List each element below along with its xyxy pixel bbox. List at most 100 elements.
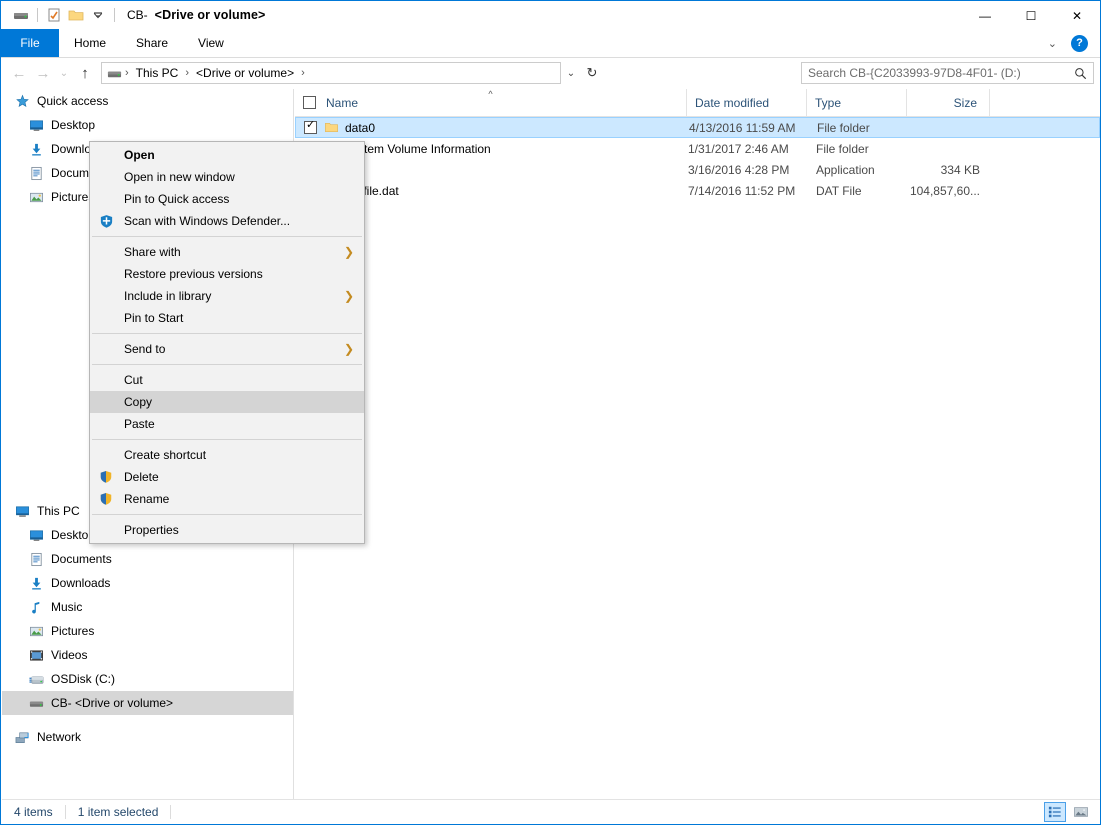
refresh-button[interactable]: ↻: [581, 62, 603, 84]
menu-item-icon-placeholder: [96, 169, 116, 185]
column-header-name[interactable]: ^ Name: [295, 89, 687, 116]
recent-locations-icon[interactable]: ⌄: [55, 60, 73, 86]
help-icon[interactable]: ?: [1071, 35, 1088, 52]
column-header-spacer: [990, 89, 1100, 116]
menu-item-share-with[interactable]: Share with ❯: [90, 241, 364, 263]
sidebar-item-videos[interactable]: Videos: [2, 643, 293, 667]
menu-item-paste[interactable]: Paste: [90, 413, 364, 435]
sidebar-item-label: Videos: [51, 648, 87, 662]
maximize-button[interactable]: ☐: [1008, 1, 1054, 31]
menu-item-include-in-library[interactable]: Include in library ❯: [90, 285, 364, 307]
ribbon-tab-bar: File Home Share View ⌄ ?: [1, 29, 1100, 58]
qat-separator-2: [114, 8, 115, 22]
forward-button[interactable]: →: [31, 60, 55, 86]
column-header-type[interactable]: Type: [807, 89, 907, 116]
breadcrumb-separator-trailing[interactable]: ›: [300, 67, 306, 79]
column-header-date-modified[interactable]: Date modified: [687, 89, 807, 116]
sidebar-item-label: Documents: [51, 552, 112, 566]
menu-item-open[interactable]: Open: [90, 144, 364, 166]
properties-icon[interactable]: [44, 5, 64, 25]
menu-item-open-in-new-window[interactable]: Open in new window: [90, 166, 364, 188]
folder-icon: [323, 120, 339, 136]
sidebar-group-gap: [2, 715, 293, 725]
column-header-size[interactable]: Size: [907, 89, 990, 116]
new-folder-icon[interactable]: [66, 5, 86, 25]
up-button[interactable]: ↑: [73, 60, 97, 86]
sidebar-item-pictures[interactable]: Pictures: [2, 619, 293, 643]
window-title-prefix: CB-: [127, 8, 148, 22]
window-controls: — ☐ ✕: [962, 1, 1100, 31]
menu-item-rename[interactable]: Rename: [90, 488, 364, 510]
table-row[interactable]: data0 4/13/2016 11:59 AM File folder: [295, 117, 1100, 138]
minimize-button[interactable]: —: [962, 1, 1008, 31]
context-menu[interactable]: Open Open in new window Pin to Quick acc…: [89, 141, 365, 544]
qat-separator-1: [37, 8, 38, 22]
menu-item-label: Rename: [124, 492, 169, 506]
menu-item-label: Create shortcut: [124, 448, 206, 462]
menu-item-properties[interactable]: Properties: [90, 519, 364, 541]
downloads-icon: [28, 575, 44, 591]
desktop-icon: [28, 527, 44, 543]
tab-home[interactable]: Home: [59, 29, 121, 57]
sidebar-item-label: CB- <Drive or volume>: [51, 696, 173, 710]
search-input[interactable]: Search CB-{C2033993-97D8-4F01- (D:): [808, 66, 1074, 80]
file-list-pane: ^ Name Date modified Type Size: [295, 89, 1100, 800]
address-history-dropdown-icon[interactable]: ⌄: [561, 62, 581, 84]
details-view-button[interactable]: [1044, 802, 1066, 822]
tab-file[interactable]: File: [1, 29, 59, 57]
row-checkbox[interactable]: [304, 121, 317, 134]
back-button[interactable]: ←: [7, 60, 31, 86]
table-row[interactable]: System Volume Information 1/31/2017 2:46…: [295, 138, 1100, 159]
submenu-chevron-right-icon: ❯: [344, 246, 354, 258]
chevron-down-icon[interactable]: ⌄: [1042, 37, 1063, 50]
sidebar-item-desktop[interactable]: Desktop: [2, 113, 293, 137]
menu-item-send-to[interactable]: Send to ❯: [90, 338, 364, 360]
search-box[interactable]: Search CB-{C2033993-97D8-4F01- (D:): [801, 62, 1094, 84]
sidebar-item-music[interactable]: Music: [2, 595, 293, 619]
sidebar-item-quick-access[interactable]: Quick access: [2, 89, 293, 113]
address-bar-row: ← → ⌄ ↑ › This PC › <Drive or volume> › …: [1, 58, 1100, 88]
customize-dropdown-icon[interactable]: [88, 5, 108, 25]
drive-icon[interactable]: [11, 5, 31, 25]
select-all-checkbox[interactable]: [303, 96, 316, 109]
title-bar: CB- <Drive or volume> — ☐ ✕: [1, 1, 1100, 29]
status-divider: [65, 805, 66, 819]
status-divider: [170, 805, 171, 819]
menu-item-scan-with-windows-defender[interactable]: Scan with Windows Defender...: [90, 210, 364, 232]
selection-count-label: 1 item selected: [78, 805, 171, 819]
menu-item-pin-to-start[interactable]: Pin to Start: [90, 307, 364, 329]
menu-item-icon-placeholder: [96, 341, 116, 357]
sidebar-item-downloads[interactable]: Downloads: [2, 571, 293, 595]
type-cell: Application: [807, 163, 907, 177]
table-row[interactable]: 3/16/2016 4:28 PM Application 334 KB: [295, 159, 1100, 180]
tab-view[interactable]: View: [183, 29, 239, 57]
large-icons-view-button[interactable]: [1070, 802, 1092, 822]
defender-shield-icon: [96, 213, 116, 229]
menu-item-label: Scan with Windows Defender...: [124, 214, 290, 228]
sidebar-item-network[interactable]: Network: [2, 725, 293, 749]
menu-item-label: Delete: [124, 470, 159, 484]
menu-item-pin-to-quick-access[interactable]: Pin to Quick access: [90, 188, 364, 210]
search-icon[interactable]: [1074, 67, 1087, 80]
sidebar-item-label: Pictures: [51, 624, 94, 638]
menu-item-cut[interactable]: Cut: [90, 369, 364, 391]
sidebar-item-osdisk-c[interactable]: OSDisk (C:): [2, 667, 293, 691]
close-button[interactable]: ✕: [1054, 1, 1100, 31]
address-bar[interactable]: › This PC › <Drive or volume> ›: [101, 62, 561, 84]
file-name-cell: data0: [296, 120, 688, 136]
menu-item-restore-previous-versions[interactable]: Restore previous versions: [90, 263, 364, 285]
menu-item-delete[interactable]: Delete: [90, 466, 364, 488]
sidebar-item-cb-drive[interactable]: CB- <Drive or volume>: [2, 691, 293, 715]
tab-share[interactable]: Share: [121, 29, 183, 57]
breadcrumb-drive[interactable]: <Drive or volume>: [192, 65, 298, 81]
column-header-label: Name: [326, 96, 358, 110]
sidebar-item-documents[interactable]: Documents: [2, 547, 293, 571]
menu-item-copy[interactable]: Copy: [90, 391, 364, 413]
menu-item-label: Share with: [124, 245, 181, 259]
menu-item-label: Open: [124, 148, 155, 162]
breadcrumb-this-pc[interactable]: This PC: [132, 65, 183, 81]
desktop-icon: [28, 117, 44, 133]
breadcrumb-separator: ›: [124, 67, 130, 79]
menu-item-create-shortcut[interactable]: Create shortcut: [90, 444, 364, 466]
table-row[interactable]: testfile.dat 7/14/2016 11:52 PM DAT File…: [295, 180, 1100, 201]
